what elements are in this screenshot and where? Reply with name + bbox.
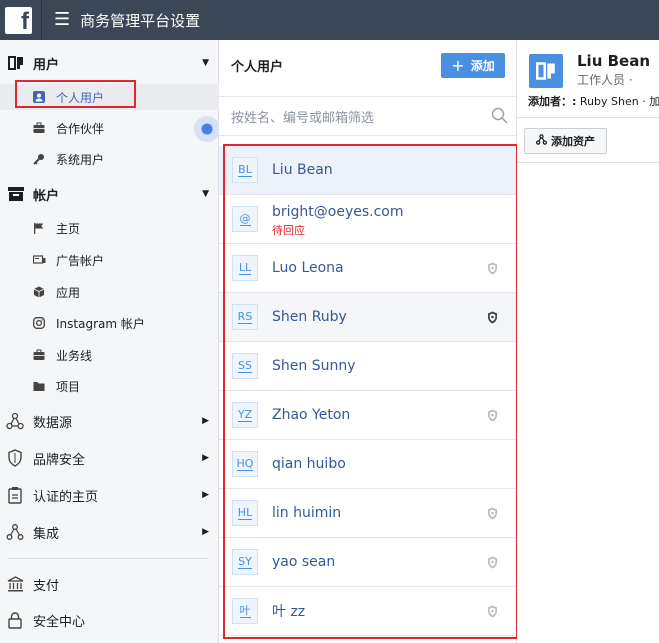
- sidebar-item-verified-pages[interactable]: 认证的主页 ▶: [0, 480, 219, 510]
- caret-right-icon: ▶: [202, 490, 209, 500]
- sidebar-item-apps[interactable]: 应用: [0, 279, 219, 305]
- integration-icon: [536, 134, 547, 148]
- sidebar-item-label: 应用: [56, 285, 81, 300]
- sidebar-item-projects[interactable]: 项目: [0, 373, 219, 399]
- folder-icon: [32, 379, 46, 393]
- caret-down-icon: ▼: [202, 58, 209, 68]
- hamburger-menu-icon[interactable]: ☰: [54, 11, 70, 29]
- data-source-icon: [6, 412, 24, 430]
- shield-icon: [6, 449, 24, 467]
- caret-right-icon: ▶: [202, 453, 209, 463]
- sidebar-item-system-users[interactable]: 系统用户: [0, 146, 219, 172]
- lock-icon: [6, 611, 24, 629]
- sidebar-item-integrations[interactable]: 集成 ▶: [0, 517, 219, 547]
- add-user-button[interactable]: + 添加: [441, 53, 505, 78]
- sidebar-section-label: 用户: [33, 57, 60, 73]
- highlight-box-people: [15, 80, 136, 108]
- topbar-divider: [41, 0, 42, 40]
- top-bar: f ☰ 商务管理平台设置: [0, 0, 659, 40]
- detail-user-role: 工作人员 ·: [577, 73, 633, 87]
- sidebar-section-accounts[interactable]: 帐户 ▼: [0, 179, 219, 209]
- sidebar-item-pages[interactable]: 主页: [0, 215, 219, 241]
- page-title: 商务管理平台设置: [80, 11, 201, 30]
- briefcase-icon: [32, 348, 46, 362]
- sidebar-section-users[interactable]: 用户 ▼: [0, 48, 219, 78]
- sidebar-item-label: 集成: [33, 526, 60, 542]
- sidebar-item-brand-safety[interactable]: 品牌安全 ▶: [0, 443, 219, 473]
- sidebar-section-label: 帐户: [33, 188, 60, 204]
- detail-header: Liu Bean 工作人员 · 添加者：: Ruby Shen · 加: [517, 40, 659, 118]
- added-by-text: 添加者：: Ruby Shen · 加: [528, 95, 659, 108]
- cursor-indicator: [194, 116, 220, 142]
- clipboard-icon: [6, 486, 24, 504]
- sidebar-item-label: Instagram 帐户: [56, 316, 145, 331]
- search-icon[interactable]: [491, 107, 508, 128]
- detail-divider: [517, 162, 659, 163]
- sidebar-item-ad-accounts[interactable]: 广告帐户: [0, 247, 219, 273]
- sidebar-item-label: 系统用户: [56, 152, 105, 167]
- facebook-logo[interactable]: f: [5, 6, 32, 34]
- briefcase-icon: [32, 121, 46, 135]
- sidebar-item-security-center[interactable]: 安全中心: [0, 605, 219, 635]
- flag-icon: [32, 221, 46, 235]
- user-badge-icon: [529, 54, 563, 88]
- sidebar-item-label: 支付: [33, 578, 60, 594]
- highlight-box-user-list: [223, 144, 518, 639]
- instagram-icon: [32, 316, 46, 330]
- ad-account-icon: [32, 253, 46, 267]
- detail-user-name: Liu Bean: [577, 52, 651, 70]
- panel-title: 个人用户: [231, 60, 284, 75]
- sidebar-divider: [8, 558, 208, 559]
- search-placeholder: 按姓名、编号或邮箱筛选: [231, 110, 375, 126]
- sidebar-item-label: 安全中心: [33, 614, 86, 630]
- key-icon: [32, 152, 46, 166]
- sidebar-item-label: 业务线: [56, 348, 93, 363]
- caret-right-icon: ▶: [202, 527, 209, 537]
- sidebar-item-partners[interactable]: 合作伙伴: [0, 115, 219, 141]
- sidebar-item-label: 品牌安全: [33, 452, 86, 468]
- sidebar-item-instagram[interactable]: Instagram 帐户: [0, 310, 219, 336]
- sidebar-item-label: 项目: [56, 379, 81, 394]
- bank-icon: [6, 575, 24, 593]
- integration-icon: [6, 523, 24, 541]
- caret-down-icon: ▼: [202, 189, 209, 199]
- sidebar-item-label: 广告帐户: [56, 253, 105, 268]
- sidebar-item-business-lines[interactable]: 业务线: [0, 342, 219, 368]
- sidebar-item-payments[interactable]: 支付: [0, 569, 219, 599]
- caret-right-icon: ▶: [202, 416, 209, 426]
- sidebar-item-label: 合作伙伴: [56, 121, 105, 136]
- plus-icon: +: [451, 55, 465, 75]
- sidebar-item-label: 数据源: [33, 415, 73, 431]
- filter-search-input[interactable]: 按姓名、编号或邮箱筛选: [219, 96, 516, 136]
- account-box-icon: [8, 186, 24, 202]
- sidebar-item-label: 认证的主页: [33, 489, 99, 505]
- sidebar-item-label: 主页: [56, 221, 81, 236]
- user-badge-icon: [8, 55, 24, 71]
- sidebar: 用户 ▼ 个人用户 合作伙伴 系统用户 帐户 ▼ 主页 广告帐户 应用 Inst…: [0, 40, 220, 643]
- add-asset-label: 添加资产: [551, 135, 595, 148]
- sidebar-item-data-sources[interactable]: 数据源 ▶: [0, 406, 219, 436]
- cube-icon: [32, 285, 46, 299]
- user-detail-panel: Liu Bean 工作人员 · 添加者：: Ruby Shen · 加 添加资产: [517, 40, 659, 643]
- add-button-label: 添加: [470, 59, 495, 73]
- add-asset-button[interactable]: 添加资产: [524, 128, 607, 154]
